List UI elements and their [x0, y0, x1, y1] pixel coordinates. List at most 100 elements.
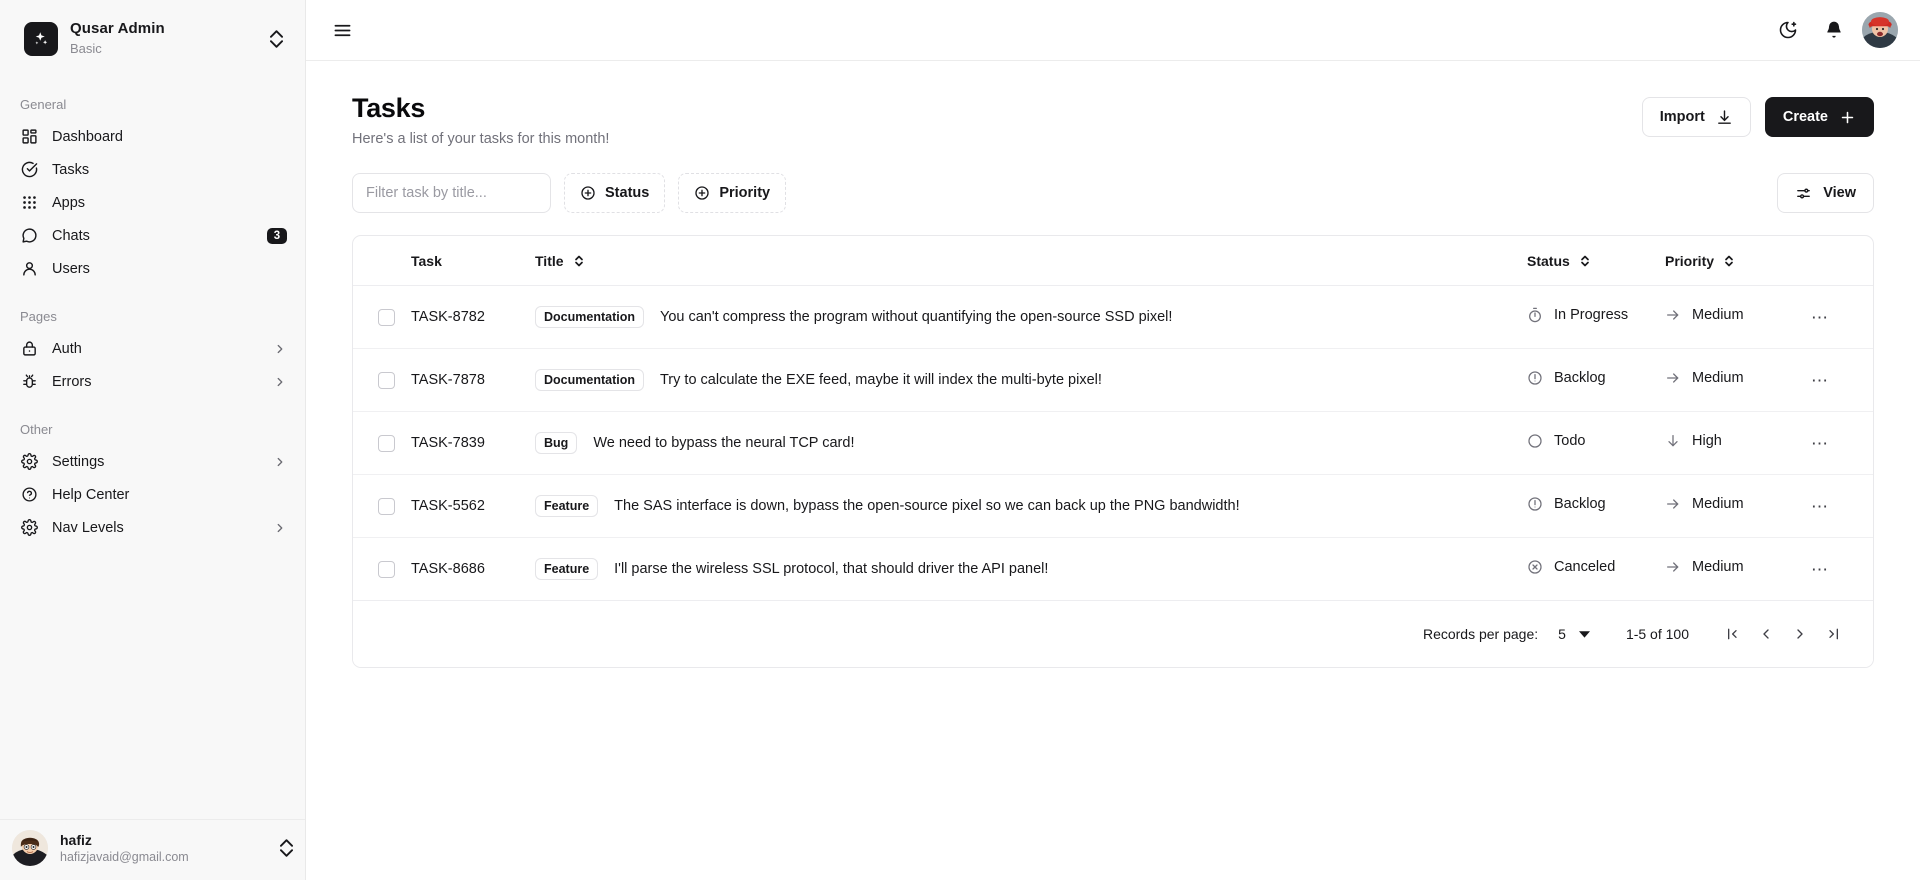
column-header-title[interactable]: Title: [535, 236, 1527, 286]
row-select-cell: [353, 538, 411, 601]
sidebar-item-chats[interactable]: Chats 3: [8, 219, 297, 252]
task-id: TASK-7839: [411, 435, 485, 451]
label-badge: Documentation: [535, 306, 644, 328]
sidebar-item-help-center[interactable]: Help Center: [8, 478, 297, 511]
last-page-button[interactable]: [1817, 617, 1851, 651]
sidebar-item-users[interactable]: Users: [8, 252, 297, 285]
task-id-cell: TASK-7839: [411, 412, 535, 475]
timer-icon: [1527, 307, 1543, 323]
view-options-button[interactable]: View: [1777, 173, 1874, 213]
hamburger-menu-icon[interactable]: [324, 12, 360, 48]
check-circle-icon: [20, 161, 38, 179]
status-cell: Todo: [1527, 412, 1665, 475]
circle-help-icon: [1527, 370, 1543, 386]
sidebar-item-label: Nav Levels: [52, 520, 259, 536]
status-label: Backlog: [1554, 370, 1606, 386]
sidebar-item-settings[interactable]: Settings: [8, 445, 297, 478]
row-actions-cell: ⋯: [1805, 286, 1873, 349]
status-facet-label: Status: [605, 185, 649, 201]
row-checkbox[interactable]: [378, 498, 395, 515]
column-header-status[interactable]: Status: [1527, 236, 1665, 286]
import-button[interactable]: Import: [1642, 97, 1751, 137]
tasks-table-card: Task Title: [352, 235, 1874, 668]
column-label-task: Task: [411, 253, 442, 269]
download-icon: [1716, 109, 1733, 126]
sidebar-item-dashboard[interactable]: Dashboard: [8, 120, 297, 153]
table-row[interactable]: TASK-7839 BugWe need to bypass the neural…: [353, 412, 1873, 475]
task-id-cell: TASK-5562: [411, 475, 535, 538]
arrow-down-icon: [1665, 433, 1681, 449]
row-checkbox[interactable]: [378, 435, 395, 452]
page-content: Tasks Here's a list of your tasks for th…: [306, 61, 1920, 668]
page-header: Tasks Here's a list of your tasks for th…: [352, 93, 1874, 147]
bell-icon[interactable]: [1816, 12, 1852, 48]
plus-icon: [1839, 109, 1856, 126]
select-all-header: [353, 236, 411, 286]
previous-page-button[interactable]: [1749, 617, 1783, 651]
row-checkbox[interactable]: [378, 309, 395, 326]
task-title: Try to calculate the EXE feed, maybe it …: [660, 372, 1102, 388]
first-page-button[interactable]: [1715, 617, 1749, 651]
status-cell: Backlog: [1527, 475, 1665, 538]
task-id-cell: TASK-8782: [411, 286, 535, 349]
status-facet-button[interactable]: Status: [564, 173, 665, 213]
sidebar-item-tasks[interactable]: Tasks: [8, 153, 297, 186]
bug-icon: [20, 373, 38, 391]
column-header-priority[interactable]: Priority: [1665, 236, 1805, 286]
table-row[interactable]: TASK-8782DocumentationYou can't compress…: [353, 286, 1873, 349]
title-cell: DocumentationYou can't compress the prog…: [535, 286, 1527, 349]
avatar[interactable]: [1862, 12, 1898, 48]
column-label-title: Title: [535, 253, 564, 269]
sidebar-item-label: Users: [52, 261, 287, 277]
priority-cell: Medium: [1665, 475, 1805, 538]
column-header-task[interactable]: Task: [411, 236, 535, 286]
priority-label: Medium: [1692, 370, 1744, 386]
sidebar-user-switcher[interactable]: hafiz hafizjavaid@gmail.com: [0, 819, 305, 880]
create-button[interactable]: Create: [1765, 97, 1874, 137]
ellipsis-icon[interactable]: ⋯: [1805, 365, 1835, 395]
nav-group-label-other: Other: [8, 416, 297, 445]
topbar: [306, 0, 1920, 61]
priority-cell: Medium: [1665, 349, 1805, 412]
row-actions-cell: ⋯: [1805, 349, 1873, 412]
nav-group-label-general: General: [8, 91, 297, 120]
team-switcher[interactable]: Qusar Admin Basic: [8, 8, 297, 69]
sidebar-item-auth[interactable]: Auth: [8, 332, 297, 365]
chevrons-up-down-icon: [280, 839, 293, 857]
column-label-status: Status: [1527, 253, 1570, 269]
sparkles-icon: [24, 22, 58, 56]
team-name: Qusar Admin: [70, 20, 258, 39]
title-cell: FeatureThe SAS interface is down, bypass…: [535, 475, 1527, 538]
table-row[interactable]: TASK-7878DocumentationTry to calculate t…: [353, 349, 1873, 412]
user-icon: [20, 260, 38, 278]
row-checkbox[interactable]: [378, 561, 395, 578]
moon-star-icon[interactable]: [1770, 12, 1806, 48]
row-checkbox[interactable]: [378, 372, 395, 389]
avatar: [12, 830, 48, 866]
sidebar-item-apps[interactable]: Apps: [8, 186, 297, 219]
next-page-button[interactable]: [1783, 617, 1817, 651]
status-label: Todo: [1554, 433, 1585, 449]
title-cell: BugWe need to bypass the neural TCP card…: [535, 412, 1527, 475]
row-actions-cell: ⋯: [1805, 538, 1873, 601]
page-title: Tasks: [352, 93, 609, 124]
sidebar-item-errors[interactable]: Errors: [8, 365, 297, 398]
rows-per-page-select[interactable]: 5: [1552, 622, 1596, 646]
team-meta: Qusar Admin Basic: [70, 20, 258, 57]
chevron-right-icon: [273, 375, 287, 389]
chevron-right-icon: [273, 342, 287, 356]
ellipsis-icon[interactable]: ⋯: [1805, 491, 1835, 521]
priority-label: High: [1692, 433, 1722, 449]
sidebar-item-nav-levels[interactable]: Nav Levels: [8, 511, 297, 544]
gear-icon: [20, 453, 38, 471]
search-input[interactable]: [352, 173, 551, 213]
sidebar-item-label: Settings: [52, 454, 259, 470]
ellipsis-icon[interactable]: ⋯: [1805, 554, 1835, 584]
priority-facet-button[interactable]: Priority: [678, 173, 786, 213]
import-label: Import: [1660, 109, 1705, 125]
ellipsis-icon[interactable]: ⋯: [1805, 428, 1835, 458]
main-area: Tasks Here's a list of your tasks for th…: [306, 0, 1920, 880]
ellipsis-icon[interactable]: ⋯: [1805, 302, 1835, 332]
table-row[interactable]: TASK-8686FeatureI'll parse the wireless …: [353, 538, 1873, 601]
table-row[interactable]: TASK-5562FeatureThe SAS interface is dow…: [353, 475, 1873, 538]
